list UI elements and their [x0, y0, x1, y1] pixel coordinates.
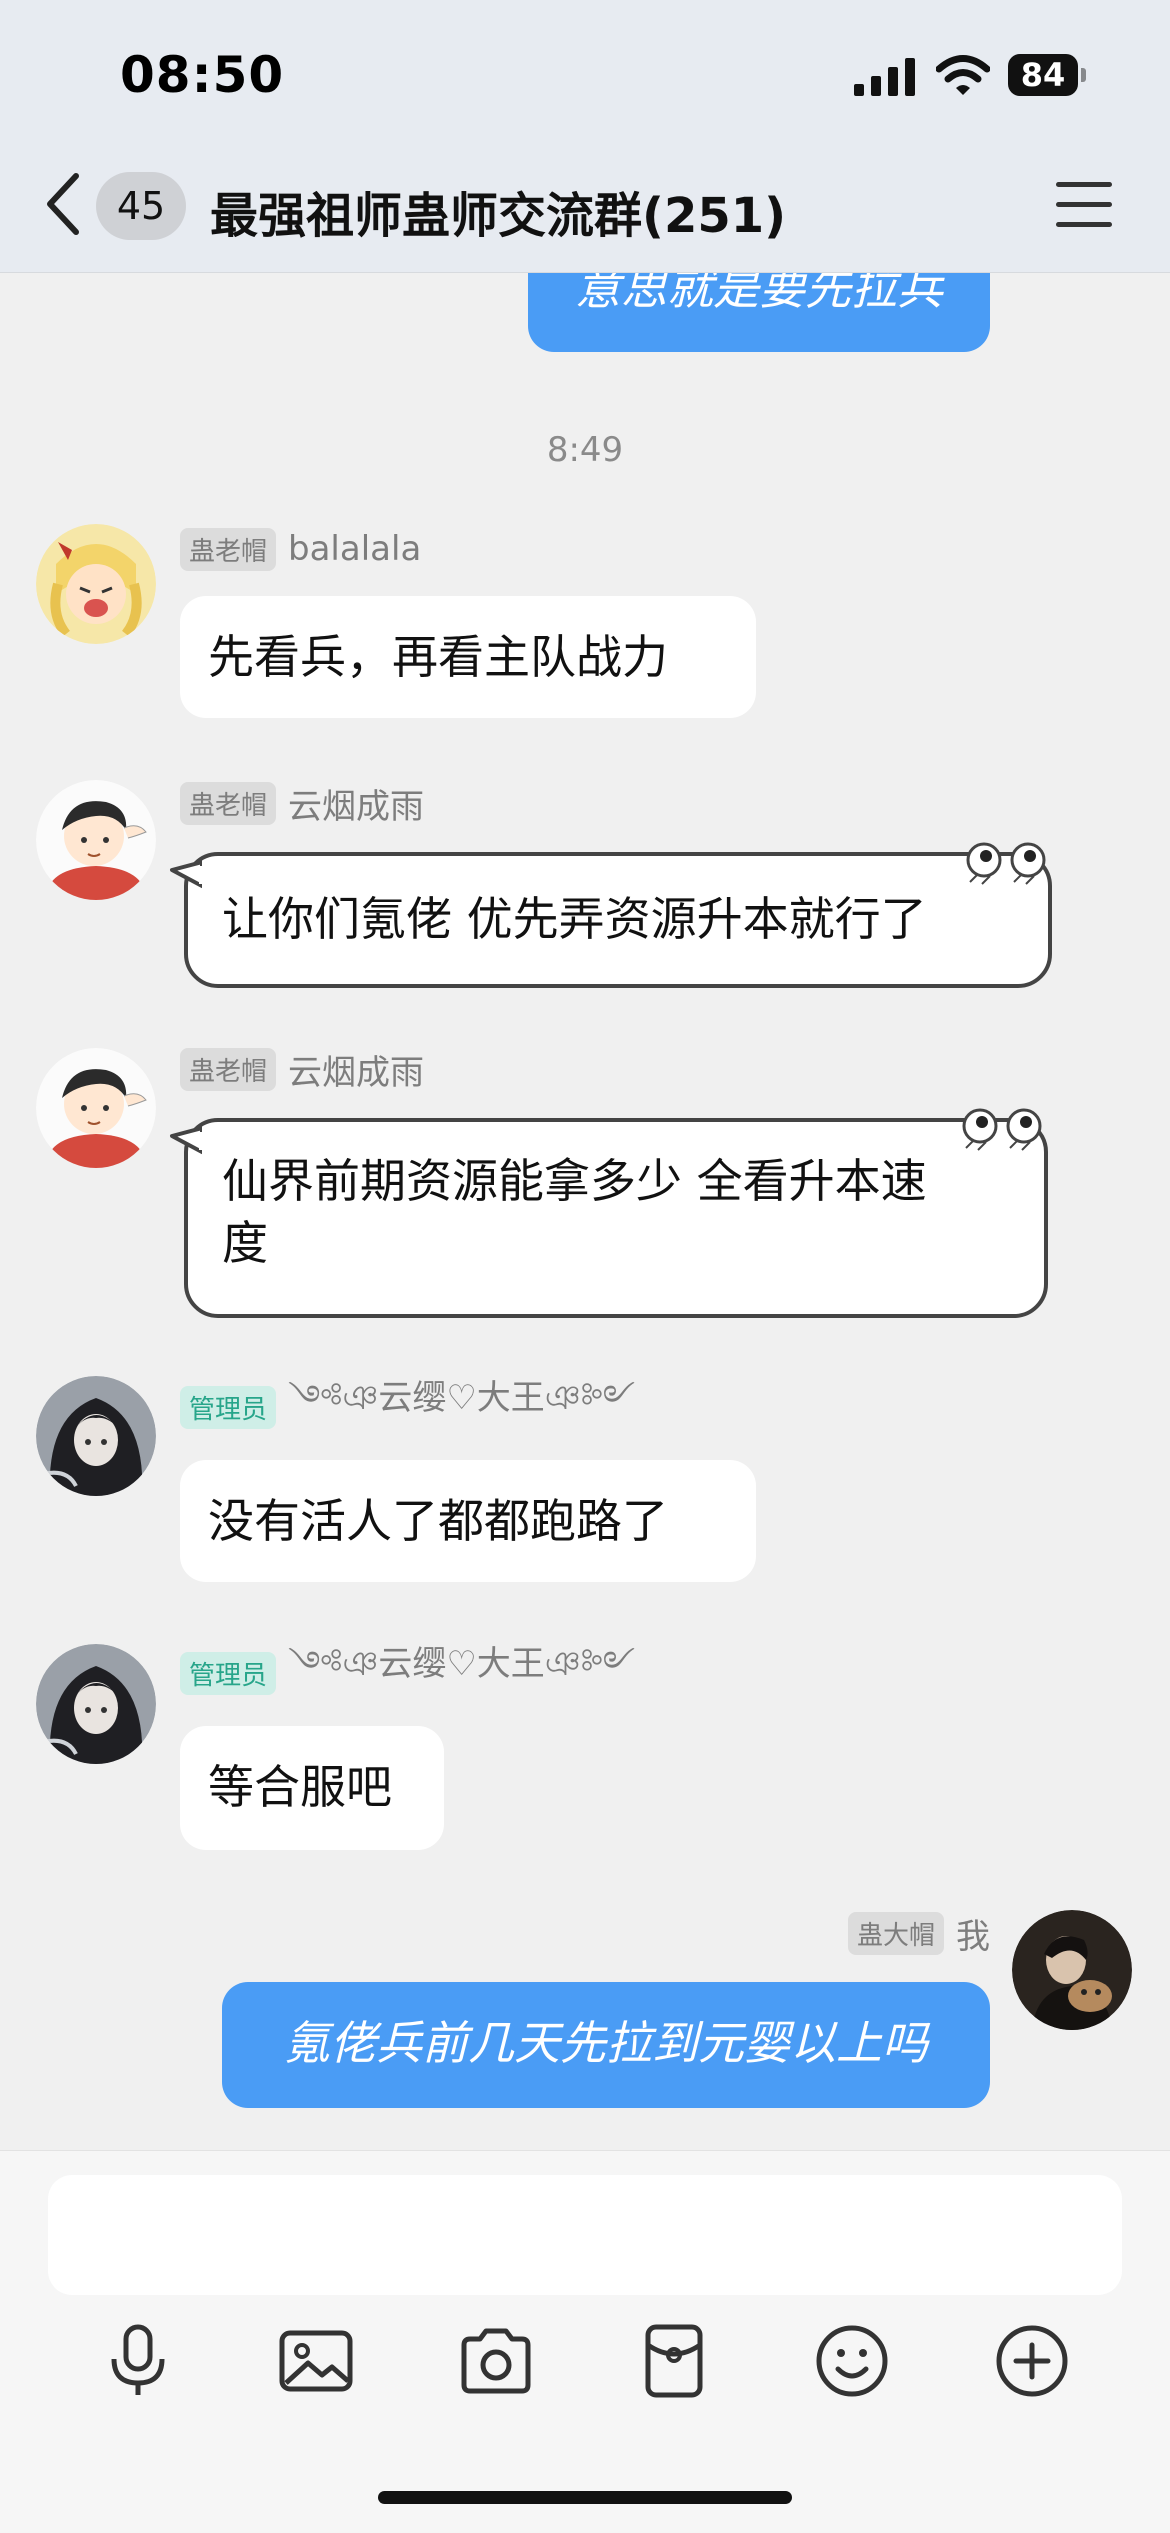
microphone-icon[interactable] [100, 2323, 176, 2399]
message-text: 先看兵，再看主队战力 [208, 630, 668, 684]
message-text: 没有活人了都都跑路了 [208, 1494, 668, 1548]
message-bubble-cartoon[interactable]: 仙界前期资源能拿多少 全看升本速 度 [184, 1118, 1048, 1318]
sender-name: 我 [956, 1916, 990, 1957]
member-tag: 蛊老帽 [180, 527, 277, 571]
sender-name[interactable]: 云烟成雨 [288, 779, 424, 828]
avatar-image [36, 524, 156, 644]
plus-icon[interactable] [994, 2323, 1070, 2399]
wifi-icon [936, 55, 990, 95]
emoji-icon[interactable] [814, 2323, 890, 2399]
admin-tag: 管理员 [180, 1651, 277, 1695]
avatar-yunyan[interactable] [36, 780, 156, 900]
avatar-balalala[interactable] [36, 524, 156, 644]
member-tag: 蛊老帽 [180, 1047, 277, 1091]
sender-meta: 管理员 ༺ঞ云缨♡大王ঞ༻ [180, 1378, 635, 1429]
avatar-image [36, 1376, 156, 1496]
cellular-signal-icon [854, 58, 915, 96]
home-indicator[interactable] [378, 2491, 792, 2504]
member-tag: 蛊老帽 [180, 781, 277, 825]
message-bubble[interactable]: 没有活人了都都跑路了 [180, 1460, 756, 1582]
battery-level: 84 [1008, 54, 1078, 96]
sender-meta: 管理员 ༺ঞ云缨♡大王ঞ༻ [180, 1644, 635, 1695]
bubble-tail-icon [170, 860, 202, 888]
sender-meta-self: 蛊大帽 我 [847, 1911, 990, 1957]
message-text-line: 仙界前期资源能拿多少 全看升本速 [222, 1154, 927, 1208]
battery-icon: 84 [1008, 54, 1086, 98]
cartoon-eyes-icon [966, 842, 1046, 885]
avatar-self[interactable] [1012, 1910, 1132, 2030]
message-input[interactable] [48, 2175, 1122, 2295]
avatar-image [36, 1644, 156, 1764]
sender-name[interactable]: ༺ঞ云缨♡大王ঞ༻ [288, 1359, 635, 1455]
navigation-header: 08:50 84 45 最强祖师蛊师交流群(251) [0, 0, 1170, 273]
sender-name[interactable]: balalala [288, 529, 421, 569]
bubble-tail-icon [170, 1126, 202, 1154]
composer [0, 2150, 1170, 2533]
sender-meta: 蛊老帽 云烟成雨 [180, 1047, 424, 1093]
avatar-yunyan[interactable] [36, 1048, 156, 1168]
back-chevron-icon[interactable] [42, 172, 82, 236]
message-text: 氪佬兵前几天先拉到元婴以上吗 [284, 2016, 928, 2070]
sender-meta: 蛊老帽 云烟成雨 [180, 781, 424, 827]
message-text: 让你们氪佬 优先弄资源升本就行了 [222, 892, 927, 946]
admin-tag: 管理员 [180, 1385, 277, 1429]
camera-icon[interactable] [458, 2323, 534, 2399]
avatar-yunying[interactable] [36, 1644, 156, 1764]
cartoon-eyes-icon [962, 1108, 1042, 1151]
message-bubble[interactable]: 先看兵，再看主队战力 [180, 596, 756, 718]
avatar-image [36, 1048, 156, 1168]
avatar-image [1012, 1910, 1132, 2030]
avatar-image [36, 780, 156, 900]
menu-icon[interactable] [1056, 182, 1112, 228]
sender-meta: 蛊老帽 balalala [180, 527, 421, 571]
message-text: 等合服吧 [208, 1760, 392, 1814]
chat-title[interactable]: 最强祖师蛊师交流群(251) [210, 176, 786, 246]
member-tag: 蛊大帽 [847, 1911, 944, 1955]
image-icon[interactable] [278, 2323, 354, 2399]
sender-name[interactable]: ༺ঞ云缨♡大王ঞ༻ [288, 1625, 635, 1721]
message-bubble-self[interactable]: 氪佬兵前几天先拉到元婴以上吗 [222, 1982, 990, 2108]
message-list[interactable]: 意思就是要先拉兵 8:49 蛊老帽 balalala 先看兵，再看主队战力 蛊老… [0, 0, 1170, 2150]
message-bubble[interactable]: 等合服吧 [180, 1726, 444, 1850]
message-timestamp: 8:49 [546, 430, 624, 470]
unread-count-badge[interactable]: 45 [96, 172, 186, 240]
message-text-line: 度 [222, 1216, 268, 1270]
status-time: 08:50 [120, 46, 285, 104]
message-bubble-cartoon[interactable]: 让你们氪佬 优先弄资源升本就行了 [184, 852, 1052, 988]
sender-name[interactable]: 云烟成雨 [288, 1045, 424, 1094]
red-packet-icon[interactable] [636, 2323, 712, 2399]
avatar-yunying[interactable] [36, 1376, 156, 1496]
